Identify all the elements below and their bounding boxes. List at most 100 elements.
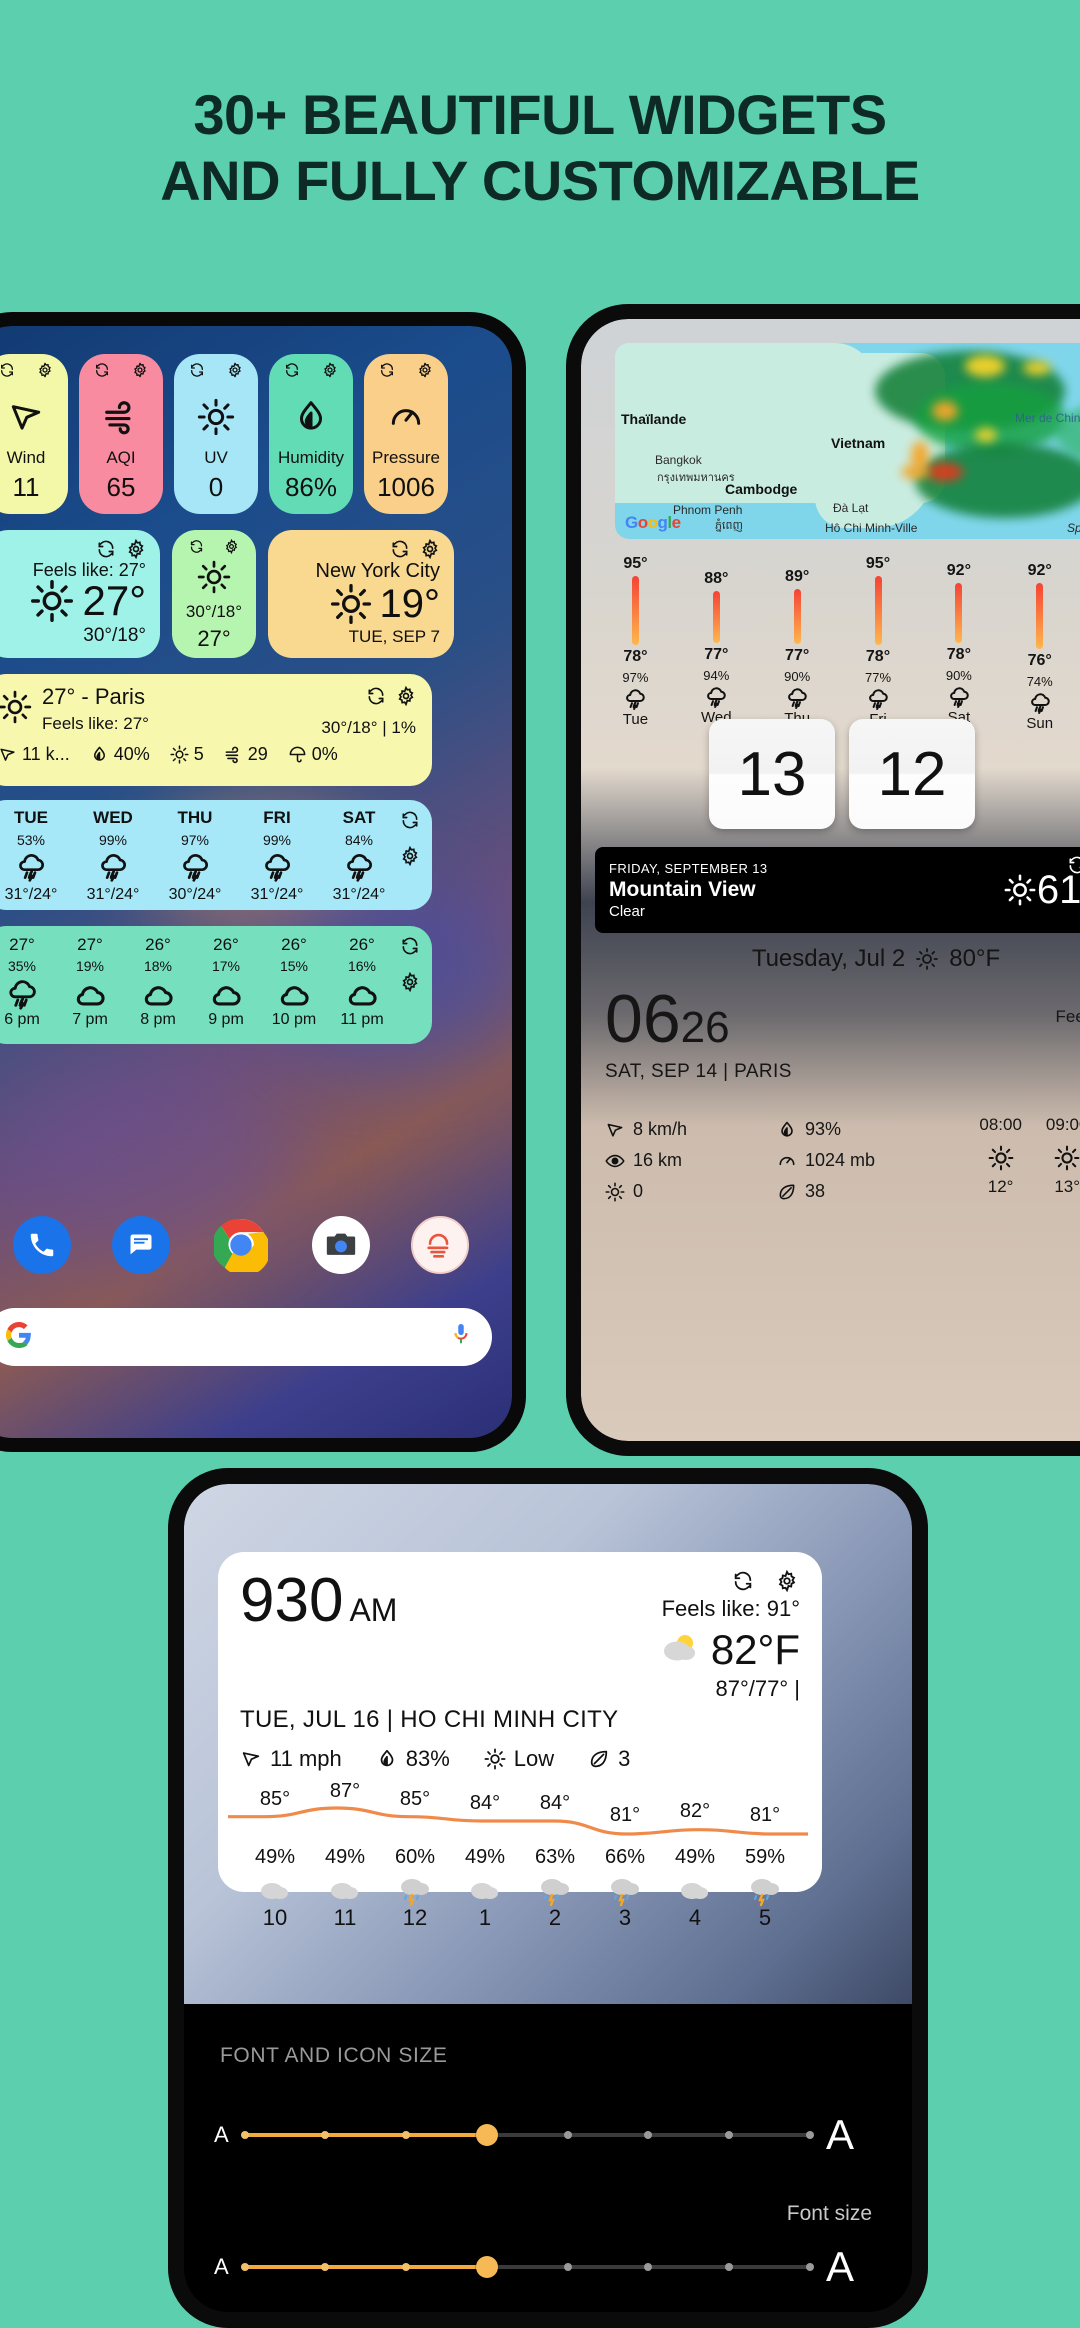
- metric-tile-pressure[interactable]: Pressure 1006: [364, 354, 448, 514]
- flip-clock-widget[interactable]: 13 12: [709, 719, 975, 829]
- chrome-icon[interactable]: [212, 1216, 270, 1274]
- slider-track[interactable]: [240, 2124, 814, 2146]
- refresh-icon[interactable]: [1067, 855, 1080, 875]
- messages-icon[interactable]: [112, 1216, 171, 1274]
- metric-tile-humidity[interactable]: Humidity 86%: [269, 354, 353, 514]
- map-label-cambodge: Cambodge: [725, 481, 798, 497]
- refresh-icon[interactable]: [0, 362, 15, 378]
- gear-icon[interactable]: [400, 972, 420, 992]
- slider-tick[interactable]: [725, 2131, 734, 2139]
- droplet-icon: [376, 1748, 398, 1770]
- bottom-temp-labels: 85° 87° 85° 84° 84° 81° 82° 81°: [240, 1780, 800, 1827]
- metric-tile-uv[interactable]: UV 0: [174, 354, 258, 514]
- slider-max-label: A: [825, 2243, 854, 2290]
- sand-high-low: 16°/8°: [1055, 1073, 1080, 1093]
- sun-icon: [197, 398, 235, 436]
- slider-tick[interactable]: [805, 2131, 814, 2139]
- weather-app-icon[interactable]: [411, 1216, 470, 1274]
- mini-temp-widget[interactable]: 30°/18° 27°: [172, 530, 256, 658]
- gear-icon[interactable]: [224, 539, 239, 554]
- sand-clock-widget[interactable]: 0626 SAT, SEP 14 | PARIS: [605, 985, 792, 1083]
- cloud-icon: [345, 977, 379, 1007]
- umbrella-icon: [288, 745, 307, 764]
- gear-icon[interactable]: [322, 362, 338, 378]
- gear-icon[interactable]: [400, 846, 420, 866]
- gear-icon[interactable]: [132, 362, 148, 378]
- refresh-icon[interactable]: [94, 362, 110, 378]
- slider-knob[interactable]: [475, 2256, 498, 2278]
- slider-tick[interactable]: [240, 2131, 249, 2139]
- refresh-icon[interactable]: [96, 539, 116, 559]
- hourly-forecast-widget[interactable]: 27° 35% 6 pm 27° 19% 7 pm 26° 18% 8 pm 2…: [0, 926, 432, 1044]
- gear-icon[interactable]: [776, 1570, 798, 1592]
- bottom-hour-temp: 87°: [329, 1780, 361, 1802]
- sand-stat-row: 16 km 1024 mb: [605, 1150, 949, 1171]
- refresh-icon[interactable]: [390, 539, 410, 559]
- icon-size-slider[interactable]: A A: [214, 2114, 854, 2156]
- map-label-dalat: Đà Lạt: [833, 501, 869, 515]
- hourly-temp: 27°: [77, 935, 103, 954]
- feels-like-widget[interactable]: Feels like: 27° 27° 30°/18°: [0, 530, 160, 658]
- microphone-icon[interactable]: [450, 1322, 472, 1353]
- sand-widget-header: Tuesday, Jul 2 80°F: [581, 945, 1080, 973]
- gear-icon[interactable]: [37, 362, 53, 378]
- section-title-font-icon-size: FONT AND ICON SIZE: [220, 2044, 448, 2067]
- slider-tick[interactable]: [805, 2263, 814, 2271]
- thunderstorm-icon: [179, 851, 211, 883]
- metric-tile-wind[interactable]: Wind 11: [0, 354, 68, 514]
- sand-weather-block[interactable]: Feels like: 8° 8° 16°/8°: [1055, 983, 1080, 1093]
- refresh-icon[interactable]: [284, 362, 300, 378]
- slider-tick[interactable]: [725, 2263, 734, 2271]
- city-widget[interactable]: New York City 19° TUE, SEP 7: [268, 530, 454, 658]
- five-day-forecast-widget[interactable]: TUE 53% 31°/24° WED 99% 31°/24° THU 97% …: [0, 800, 432, 910]
- refresh-icon[interactable]: [366, 686, 386, 706]
- widget-controls: [172, 539, 256, 554]
- metric-tile-aqi[interactable]: AQI 65: [79, 354, 163, 514]
- gear-icon[interactable]: [227, 362, 243, 378]
- gear-icon[interactable]: [420, 539, 440, 559]
- slider-track[interactable]: [240, 2256, 814, 2278]
- paris-stat-value: 5: [193, 744, 204, 764]
- gear-icon[interactable]: [126, 539, 146, 559]
- slider-tick[interactable]: [402, 2263, 411, 2271]
- camera-icon[interactable]: [311, 1216, 370, 1274]
- refresh-icon[interactable]: [379, 362, 395, 378]
- thunderstorm-icon: [947, 685, 971, 708]
- slider-tick[interactable]: [563, 2131, 572, 2139]
- google-search-bar[interactable]: [0, 1308, 492, 1366]
- refresh-icon[interactable]: [732, 1570, 754, 1592]
- map-label-phnom-penh: Phnom Penh: [673, 503, 743, 517]
- slider-knob[interactable]: [475, 2124, 498, 2146]
- refresh-icon[interactable]: [400, 810, 420, 830]
- bottom-hour-column: 63% 2: [520, 1846, 590, 1931]
- bottom-hour-temp: 85°: [259, 1788, 291, 1810]
- slider-tick[interactable]: [321, 2263, 330, 2271]
- refresh-icon[interactable]: [189, 362, 205, 378]
- slider-tick[interactable]: [402, 2131, 411, 2139]
- slider-tick[interactable]: [563, 2263, 572, 2271]
- slider-tick[interactable]: [321, 2131, 330, 2139]
- font-size-slider[interactable]: A A: [214, 2246, 854, 2288]
- widget-controls: [1055, 983, 1080, 1003]
- seven-day-bar-forecast[interactable]: 95° 78° 97% Tue 88° 77° 94% Wed 89° 77° …: [595, 555, 1080, 732]
- bottom-hour-precip: 49%: [464, 1846, 506, 1868]
- right-phone-frame: Thaïlande Bangkok กรุงเทพมหานคร Cambodge…: [566, 304, 1080, 1456]
- dark-weather-card[interactable]: FRIDAY, SEPTEMBER 13 Mountain View Clear…: [595, 847, 1080, 933]
- gear-icon[interactable]: [396, 686, 416, 706]
- paris-weather-widget[interactable]: 27° - Paris Feels like: 27° 30°/18° | 1%…: [0, 674, 432, 786]
- forecast-day-column: TUE 53% 31°/24°: [0, 808, 72, 904]
- current-temp: 27°: [82, 577, 146, 624]
- sand-hour-temp: 13°: [1054, 1177, 1080, 1196]
- radar-map-widget[interactable]: Thaïlande Bangkok กรุงเทพมหานคร Cambodge…: [615, 343, 1080, 539]
- gear-icon[interactable]: [417, 362, 433, 378]
- phone-icon[interactable]: [12, 1216, 71, 1274]
- sun-icon: [1003, 873, 1037, 907]
- map-label-bangkok-thai: กรุงเทพมหานคร: [657, 472, 735, 484]
- slider-tick[interactable]: [240, 2263, 249, 2271]
- slider-tick[interactable]: [644, 2131, 653, 2139]
- bottom-weather-card[interactable]: 930 AM Feels like: 91° 82°F 87°/77° | TUE…: [218, 1552, 822, 1930]
- refresh-icon[interactable]: [189, 539, 204, 554]
- bottom-hour-label: 5: [758, 1905, 772, 1930]
- slider-tick[interactable]: [644, 2263, 653, 2271]
- refresh-icon[interactable]: [400, 936, 420, 956]
